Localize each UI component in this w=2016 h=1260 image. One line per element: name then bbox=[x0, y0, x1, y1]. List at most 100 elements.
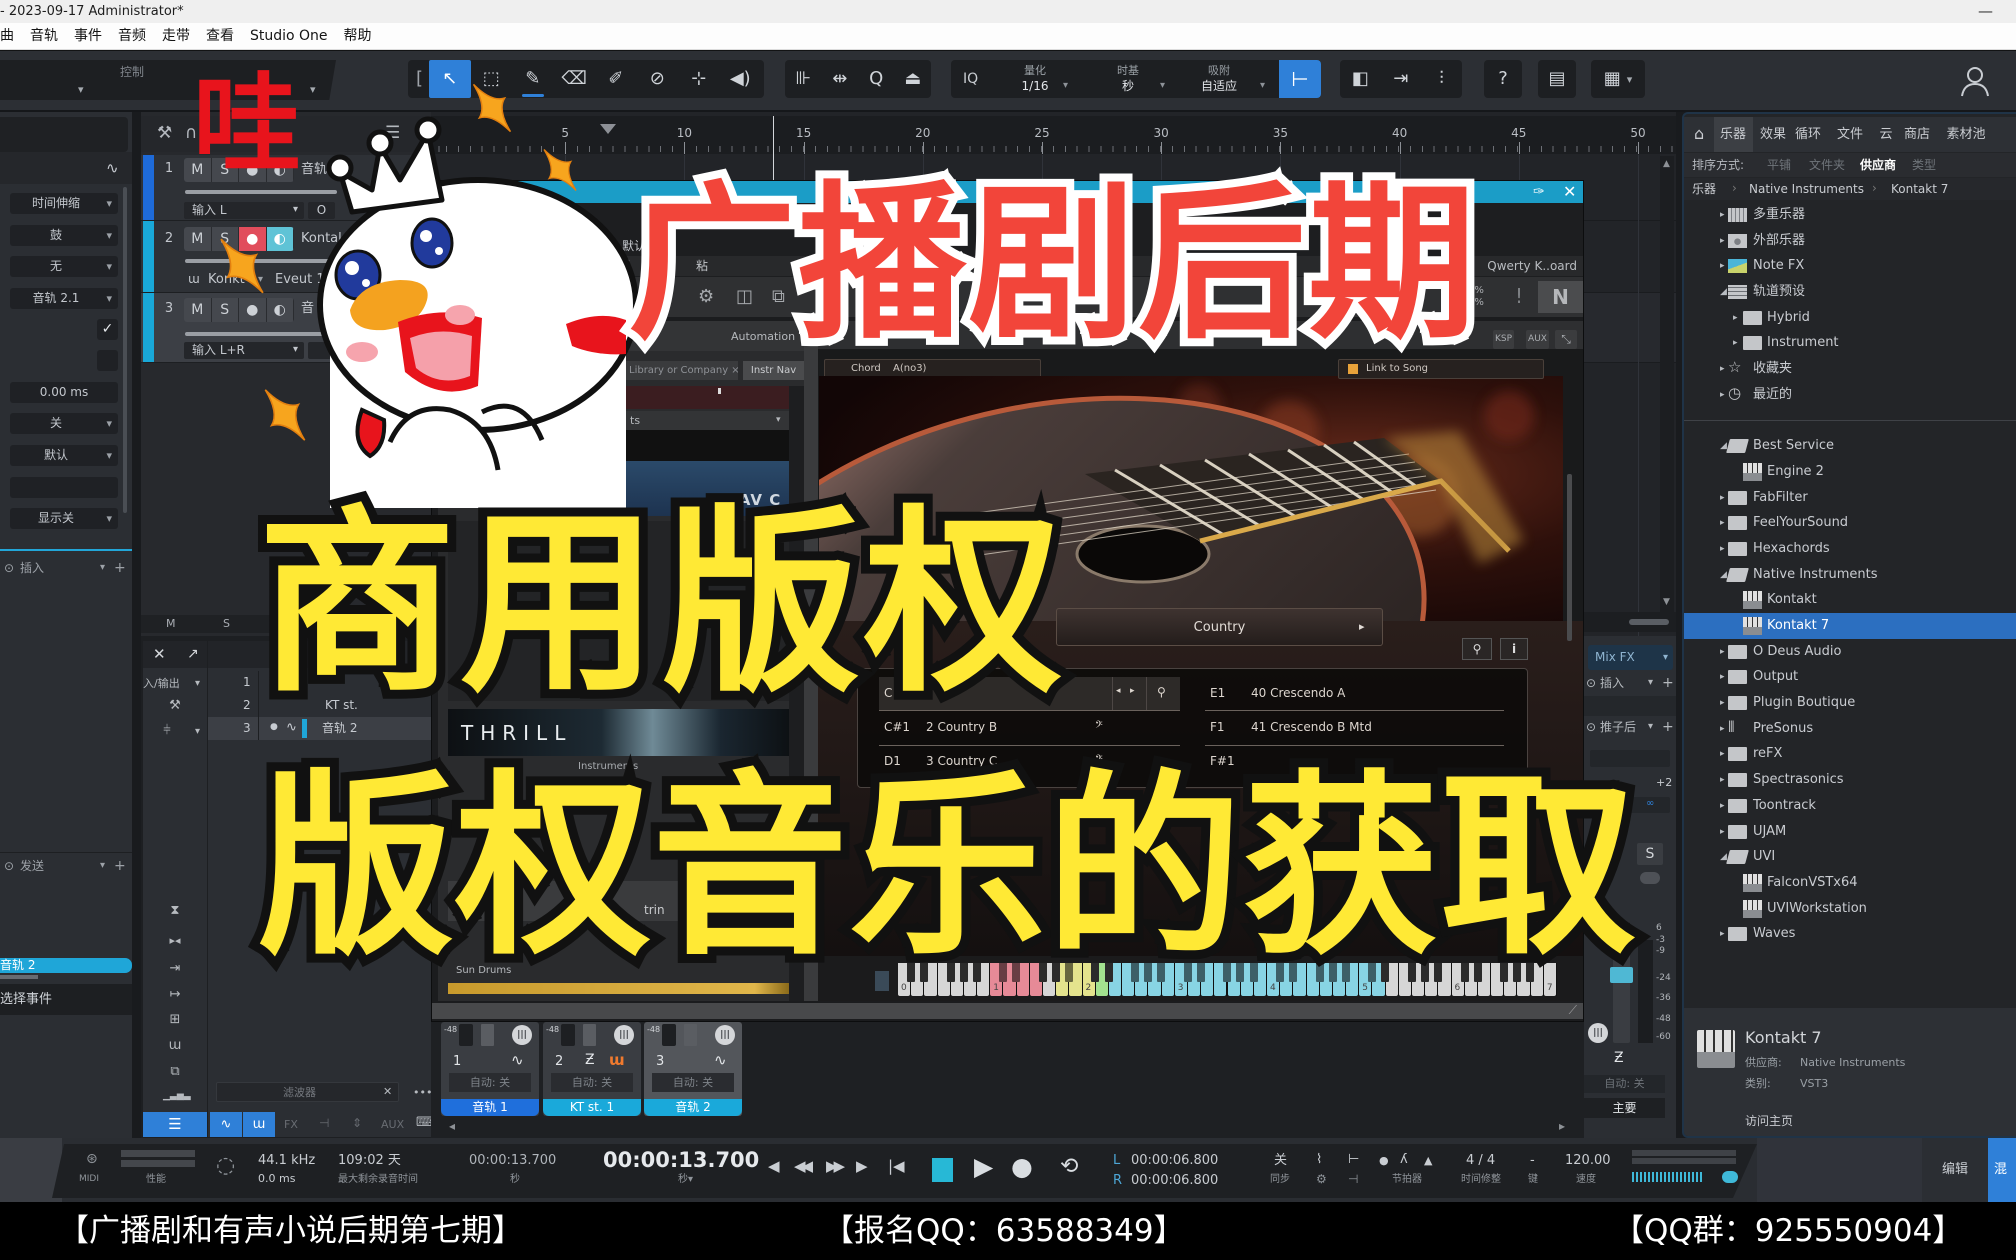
instrument-tab[interactable] bbox=[243, 1112, 275, 1137]
qwerty-keyboard-button[interactable]: Qwerty K..oard bbox=[1487, 256, 1577, 276]
io-icon[interactable] bbox=[352, 1117, 362, 1129]
chevron-down-icon[interactable] bbox=[195, 727, 200, 737]
automation-mode-button[interactable]: 自动: 关 bbox=[652, 1073, 734, 1092]
close-icon[interactable] bbox=[1563, 184, 1576, 200]
ni-logo-button[interactable] bbox=[1538, 281, 1583, 313]
mix-page-tab[interactable]: 混 bbox=[1988, 1138, 2016, 1202]
metronome-icon[interactable] bbox=[1424, 1155, 1432, 1166]
browser-item[interactable]: O Deus Audio bbox=[1684, 639, 2016, 665]
locate-left-button[interactable] bbox=[1340, 60, 1381, 98]
power-icon[interactable] bbox=[1586, 677, 1596, 689]
plus-icon[interactable] bbox=[114, 561, 126, 575]
bars-icon[interactable] bbox=[163, 1092, 187, 1101]
breadcrumb-item[interactable]: Kontakt 7 bbox=[1891, 182, 1948, 196]
plus-icon[interactable] bbox=[1662, 676, 1674, 690]
arrange-horizontal-scrollbar[interactable] bbox=[1581, 612, 1676, 632]
mix-fx-dropdown[interactable]: Mix FX bbox=[1588, 645, 1673, 670]
plus-icon[interactable] bbox=[114, 859, 126, 873]
browser-item[interactable]: Plugin Boutique bbox=[1684, 690, 2016, 716]
menu-song[interactable]: 曲 bbox=[0, 28, 14, 45]
library-banner[interactable] bbox=[626, 386, 789, 409]
tab-pool[interactable]: 素材池 bbox=[1943, 127, 1989, 143]
collapsed-triangle-icon[interactable] bbox=[1720, 365, 1725, 374]
metronome-wrench-icon[interactable] bbox=[1400, 1153, 1408, 1166]
collapsed-triangle-icon[interactable] bbox=[1720, 211, 1725, 220]
channel-pan-fader[interactable] bbox=[561, 1024, 575, 1046]
collapsed-triangle-icon[interactable] bbox=[1733, 314, 1738, 323]
next-icon[interactable] bbox=[1130, 687, 1135, 696]
menu-audio[interactable]: 音频 bbox=[118, 28, 146, 45]
fx-tab[interactable]: FX bbox=[284, 1118, 298, 1131]
power-icon[interactable] bbox=[4, 860, 14, 872]
tempo-value[interactable]: 120.00 bbox=[1565, 1153, 1611, 1169]
resize-grip-icon[interactable] bbox=[1569, 1004, 1577, 1016]
tab-files[interactable]: 文件 bbox=[1830, 127, 1870, 143]
send-value[interactable]: +2 bbox=[1656, 776, 1672, 789]
minimize-icon[interactable] bbox=[1978, 4, 1993, 19]
sort-type[interactable]: 类型 bbox=[1912, 158, 1936, 172]
mute-button[interactable]: M bbox=[184, 298, 212, 322]
fader-icon[interactable] bbox=[155, 724, 179, 737]
sort-folder[interactable]: 文件夹 bbox=[1809, 158, 1845, 172]
menu-track[interactable]: 音轨 bbox=[30, 28, 58, 45]
layout-button[interactable] bbox=[1591, 60, 1645, 98]
stack-icon[interactable] bbox=[163, 1065, 187, 1078]
collapsed-triangle-icon[interactable] bbox=[1720, 673, 1725, 682]
to-end-icon[interactable] bbox=[163, 962, 187, 975]
stretch-tool-button[interactable] bbox=[822, 60, 859, 98]
browser-item[interactable]: Engine 2 bbox=[1684, 459, 2016, 485]
collapse-horizontal-icon[interactable] bbox=[163, 935, 187, 946]
collapsed-triangle-icon[interactable] bbox=[1720, 802, 1725, 811]
browser-item[interactable]: 收藏夹 bbox=[1684, 356, 2016, 382]
collapsed-triangle-icon[interactable] bbox=[1720, 519, 1725, 528]
loop-icon[interactable] bbox=[1060, 1156, 1078, 1178]
menu-studio-one[interactable]: Studio One bbox=[250, 28, 328, 45]
browser-item[interactable]: 轨道预设 bbox=[1684, 279, 2016, 305]
monitor-button[interactable] bbox=[267, 298, 294, 322]
scroll-thumb[interactable] bbox=[1629, 619, 1669, 625]
channel-name-label[interactable]: 音轨 1 bbox=[441, 1099, 539, 1116]
waveform-icon[interactable] bbox=[106, 161, 119, 176]
default-dropdown[interactable]: 默认 bbox=[10, 445, 118, 466]
stop-button[interactable] bbox=[932, 1158, 953, 1182]
browser-item[interactable]: Best Service bbox=[1684, 433, 2016, 459]
browser-item[interactable]: Spectrasonics bbox=[1684, 767, 2016, 793]
sun-drums-banner[interactable] bbox=[448, 983, 789, 994]
chevron-down-icon[interactable] bbox=[78, 84, 84, 95]
filter-input[interactable]: 滤波器 bbox=[216, 1082, 399, 1102]
inserts-header[interactable]: 插入 bbox=[0, 558, 132, 578]
track-input-dropdown[interactable]: 输入 L+R bbox=[184, 342, 304, 359]
close-icon[interactable] bbox=[383, 1086, 392, 1097]
console-view-button[interactable] bbox=[143, 1112, 207, 1137]
chevron-down-icon[interactable] bbox=[1648, 678, 1653, 688]
inspector-scrollbar[interactable] bbox=[123, 187, 127, 513]
channel-mode-button[interactable]: ||| bbox=[614, 1025, 634, 1045]
loop-right-time[interactable]: 00:00:06.800 bbox=[1131, 1173, 1218, 1189]
track-input-dropdown[interactable]: 输入 L bbox=[184, 202, 304, 219]
edit-page-tab[interactable]: 编辑 bbox=[1922, 1138, 1988, 1202]
pre-roll-icon[interactable] bbox=[1348, 1173, 1358, 1185]
chevron-down-icon[interactable] bbox=[1648, 722, 1653, 732]
articulation-info-button[interactable] bbox=[1500, 638, 1528, 660]
snap-toggle-button[interactable] bbox=[1279, 60, 1321, 98]
menu-transport[interactable]: 走带 bbox=[162, 28, 190, 45]
punch-icon[interactable] bbox=[1348, 1153, 1359, 1166]
eraser-tool-button[interactable] bbox=[554, 60, 596, 98]
rack-scrollbar[interactable] bbox=[1567, 474, 1572, 641]
groove-dropdown[interactable]: 无 bbox=[10, 256, 118, 277]
collapsed-triangle-icon[interactable] bbox=[1720, 262, 1725, 271]
quantize-dropdown[interactable]: 量化 1/16 bbox=[1003, 63, 1067, 95]
channel-name-label[interactable]: KT st. 1 bbox=[543, 1099, 641, 1116]
chevron-down-icon[interactable] bbox=[1260, 81, 1265, 91]
wrench-icon[interactable] bbox=[163, 699, 187, 712]
aux-button[interactable]: AUX bbox=[1526, 330, 1549, 349]
browser-item[interactable]: Hexachords bbox=[1684, 536, 2016, 562]
tab-shop[interactable]: 商店 bbox=[1897, 127, 1937, 143]
browser-item[interactable]: Waves bbox=[1684, 921, 2016, 947]
main-automation-button[interactable]: 自动: 关 bbox=[1584, 1075, 1665, 1093]
wrench-icon[interactable] bbox=[157, 125, 172, 142]
instrument-navigator-button[interactable]: Instr Nav bbox=[743, 361, 804, 380]
browser-item[interactable]: Hybrid bbox=[1684, 305, 2016, 331]
browser-item[interactable]: 最近的 bbox=[1684, 382, 2016, 408]
menu-help[interactable]: 帮助 bbox=[344, 28, 372, 45]
